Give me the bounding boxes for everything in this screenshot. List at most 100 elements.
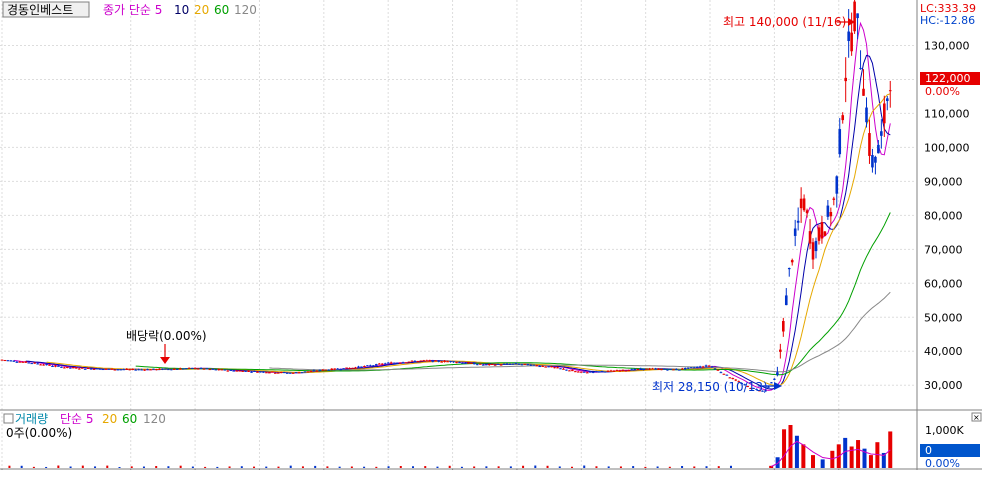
- candle-body: [18, 361, 22, 363]
- candle-body: [357, 366, 360, 368]
- candle-body: [199, 368, 203, 370]
- candle-body: [446, 361, 449, 363]
- candle-body: [36, 363, 39, 365]
- volume-bar: [705, 466, 708, 468]
- volume-ma-20: 20: [102, 412, 117, 426]
- candle-body: [300, 372, 304, 374]
- y-tick-label: 100,000: [924, 141, 970, 154]
- candle-body: [262, 371, 265, 373]
- candle-body: [487, 364, 491, 366]
- candle-body: [880, 131, 883, 136]
- candle-body: [770, 382, 773, 384]
- candle-body: [369, 365, 372, 367]
- volume-bar: [94, 466, 97, 468]
- candle-body: [98, 368, 102, 370]
- candle-body: [401, 362, 405, 364]
- candle-body: [279, 372, 283, 374]
- candle-body: [681, 368, 684, 370]
- candle-body: [707, 365, 711, 367]
- candle-body: [672, 369, 675, 371]
- candle-body: [315, 370, 319, 372]
- volume-bar: [681, 465, 684, 468]
- volume-bar: [289, 465, 292, 468]
- volume-panel-toggle[interactable]: [3, 413, 14, 424]
- candle-body: [449, 361, 452, 363]
- close-icon[interactable]: ×: [973, 413, 980, 422]
- candle-body: [342, 368, 345, 370]
- candle-body: [888, 90, 892, 92]
- candle-body: [841, 115, 845, 121]
- candle-body: [871, 155, 874, 168]
- candle-body: [597, 371, 601, 373]
- candle-body: [268, 372, 271, 374]
- hc-value: HC:-12.86: [920, 14, 975, 27]
- candle-body: [69, 367, 72, 369]
- candle-body: [425, 360, 429, 362]
- candle-body: [621, 369, 625, 371]
- candle-body: [529, 364, 533, 366]
- low-annotation: 최저 28,150 (10/13): [652, 380, 768, 394]
- candle-body: [259, 371, 262, 373]
- y-tick-label: 90,000: [924, 175, 963, 188]
- candle-body: [829, 211, 833, 217]
- candle-body: [594, 371, 598, 373]
- candle-body: [627, 370, 631, 372]
- candle-body: [615, 370, 619, 372]
- candle-body: [651, 368, 654, 370]
- candle-body: [51, 365, 54, 367]
- candle-body: [12, 360, 16, 362]
- candle-body: [618, 370, 622, 372]
- volume-bar: [485, 466, 488, 468]
- candle-body: [776, 372, 779, 375]
- candle-body: [820, 222, 824, 239]
- candle-body: [710, 366, 714, 368]
- candle-body: [205, 368, 209, 370]
- candle-body: [802, 198, 806, 211]
- volume-bar: [607, 466, 610, 468]
- candle-body: [288, 372, 292, 374]
- candle-body: [48, 364, 51, 366]
- volume-bar: [460, 466, 463, 468]
- candle-body: [158, 368, 161, 370]
- candle-body: [235, 370, 238, 372]
- volume-ma-60: 60: [122, 412, 137, 426]
- candle-body: [309, 370, 313, 372]
- candle-body: [247, 370, 250, 372]
- volume-bar: [399, 466, 402, 468]
- candle-body: [291, 372, 295, 374]
- candle-body: [45, 364, 48, 366]
- candle-body: [663, 368, 666, 370]
- candle-body: [877, 144, 880, 154]
- candle-body: [633, 368, 637, 370]
- stock-chart: 130,000120,000110,000100,00090,00080,000…: [0, 0, 982, 489]
- volume-bar: [375, 466, 378, 468]
- volume-bar: [558, 466, 561, 468]
- candle-body: [698, 366, 702, 368]
- volume-bar: [656, 466, 659, 468]
- candle-body: [814, 240, 818, 252]
- volume-bar: [570, 466, 573, 468]
- candle-body: [226, 370, 230, 372]
- volume-bar: [155, 466, 158, 468]
- candle-body: [190, 367, 194, 369]
- volume-bar: [253, 466, 256, 468]
- candle-body: [639, 368, 643, 370]
- candle-body: [799, 198, 803, 209]
- candle-body: [360, 366, 363, 368]
- candle-body: [577, 371, 580, 373]
- y-tick-label: 70,000: [924, 243, 963, 256]
- candle-body: [155, 369, 158, 371]
- candle-body: [678, 369, 681, 371]
- volume-ma-120: 120: [143, 412, 166, 426]
- candle-body: [695, 366, 699, 368]
- volume-bar: [522, 465, 525, 468]
- volume-bar: [338, 466, 341, 468]
- y-tick-label: 110,000: [924, 107, 970, 120]
- candle-body: [725, 374, 729, 376]
- volume-bar: [412, 466, 415, 468]
- candle-body: [704, 365, 708, 367]
- candle-body: [282, 372, 286, 374]
- candle-body: [211, 368, 215, 370]
- candle-body: [859, 67, 862, 69]
- candle-body: [274, 372, 277, 374]
